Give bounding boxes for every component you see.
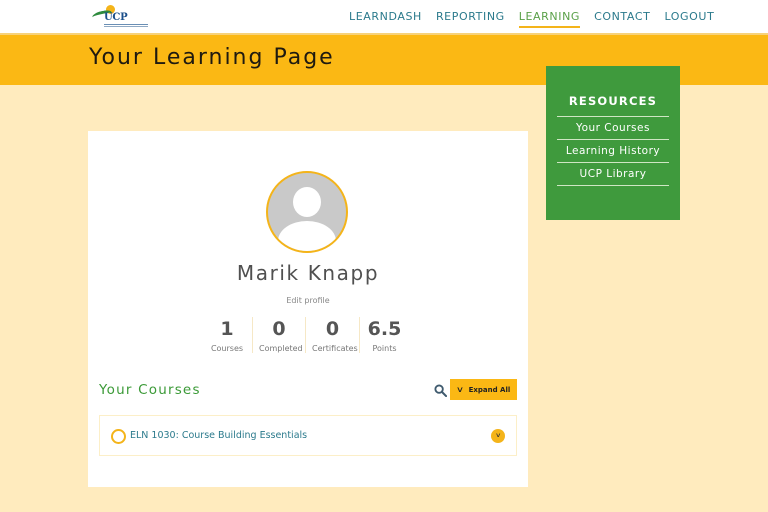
stat-label: Completed [259,344,303,353]
stat-label: Points [372,344,397,353]
edit-profile-link[interactable]: Edit profile [88,296,528,305]
stat-courses: 1 Courses [202,317,252,353]
avatar-placeholder-body [278,221,336,251]
stat-certificates: 0 Certificates [305,317,359,353]
chevron-down-icon: ∨ [494,432,502,439]
stat-value: 0 [272,318,286,340]
nav-learndash[interactable]: LEARNDASH [349,10,422,28]
course-status-circle-icon [111,429,126,444]
expand-all-label: Expand All [468,385,511,394]
stat-value: 0 [325,318,340,340]
course-title-link[interactable]: ELN 1030: Course Building Essentials [130,430,307,441]
logo-tagline [104,24,148,25]
courses-section-title: Your Courses [99,382,201,398]
top-navigation-bar: UCP LEARNDASH REPORTING LEARNING CONTACT… [0,0,768,35]
nav-logout[interactable]: LOGOUT [664,10,714,28]
course-list-item[interactable]: ELN 1030: Course Building Essentials ∨ [99,415,517,456]
user-name: Marik Knapp [236,261,380,285]
profile-card: Marik Knapp Edit profile 1 Courses 0 Com… [88,131,528,487]
nav-contact[interactable]: CONTACT [594,10,650,28]
resources-widget: RESOURCES Your Courses Learning History … [546,66,680,220]
chevron-down-icon: ∨ [455,385,464,394]
nav-learning[interactable]: LEARNING [518,10,581,28]
avatar-placeholder-icon [293,187,321,217]
nav-reporting[interactable]: REPORTING [436,10,505,28]
stat-completed: 0 Completed [252,317,305,353]
stat-label: Certificates [312,344,358,353]
stat-value: 1 [220,318,234,340]
profile-stats: 1 Courses 0 Completed 0 Certificates 6.5… [202,317,409,353]
resource-link-ucp-library[interactable]: UCP Library [557,162,669,186]
expand-all-button[interactable]: ∨ Expand All [450,379,517,400]
course-expand-button[interactable]: ∨ [491,429,505,443]
ucp-logo[interactable]: UCP [90,5,150,31]
logo-text: UCP [104,12,128,23]
stat-value: 6.5 [367,318,402,340]
stat-label: Courses [210,344,244,353]
resource-link-your-courses[interactable]: Your Courses [557,116,669,139]
resource-link-learning-history[interactable]: Learning History [557,139,669,162]
avatar [266,171,348,253]
stat-points: 6.5 Points [359,317,409,353]
main-nav: LEARNDASH REPORTING LEARNING CONTACT LOG… [349,10,714,28]
resources-title: RESOURCES [568,94,658,108]
page-title: Your Learning Page [89,45,335,70]
search-icon[interactable] [434,384,447,397]
